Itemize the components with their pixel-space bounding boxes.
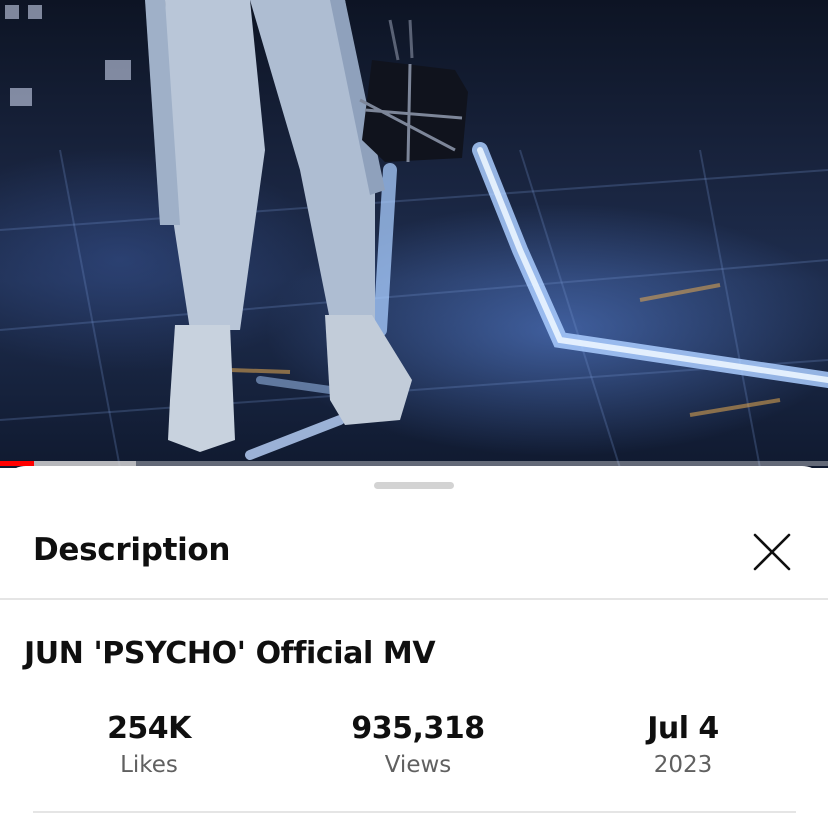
views-count: 935,318 xyxy=(351,711,485,746)
video-frame-image xyxy=(0,0,828,468)
sheet-title: Description xyxy=(33,532,231,568)
publish-date: Jul 4 xyxy=(647,711,719,746)
sheet-drag-handle[interactable] xyxy=(374,482,454,489)
video-player[interactable] xyxy=(0,0,828,468)
header-divider xyxy=(0,598,828,600)
publish-date-stat: Jul 4 2023 xyxy=(622,710,744,780)
likes-count: 254K xyxy=(107,711,191,746)
video-title: JUN 'PSYCHO' Official MV xyxy=(24,636,436,671)
publish-year: 2023 xyxy=(653,752,713,778)
views-stat: 935,318 Views xyxy=(338,710,498,780)
likes-stat: 254K Likes xyxy=(89,710,209,780)
close-icon xyxy=(753,533,791,571)
likes-label: Likes xyxy=(120,752,178,778)
close-button[interactable] xyxy=(746,526,798,578)
description-sheet: Description JUN 'PSYCHO' Official MV 254… xyxy=(0,466,828,828)
views-label: Views xyxy=(384,752,452,778)
stats-divider xyxy=(33,811,796,813)
